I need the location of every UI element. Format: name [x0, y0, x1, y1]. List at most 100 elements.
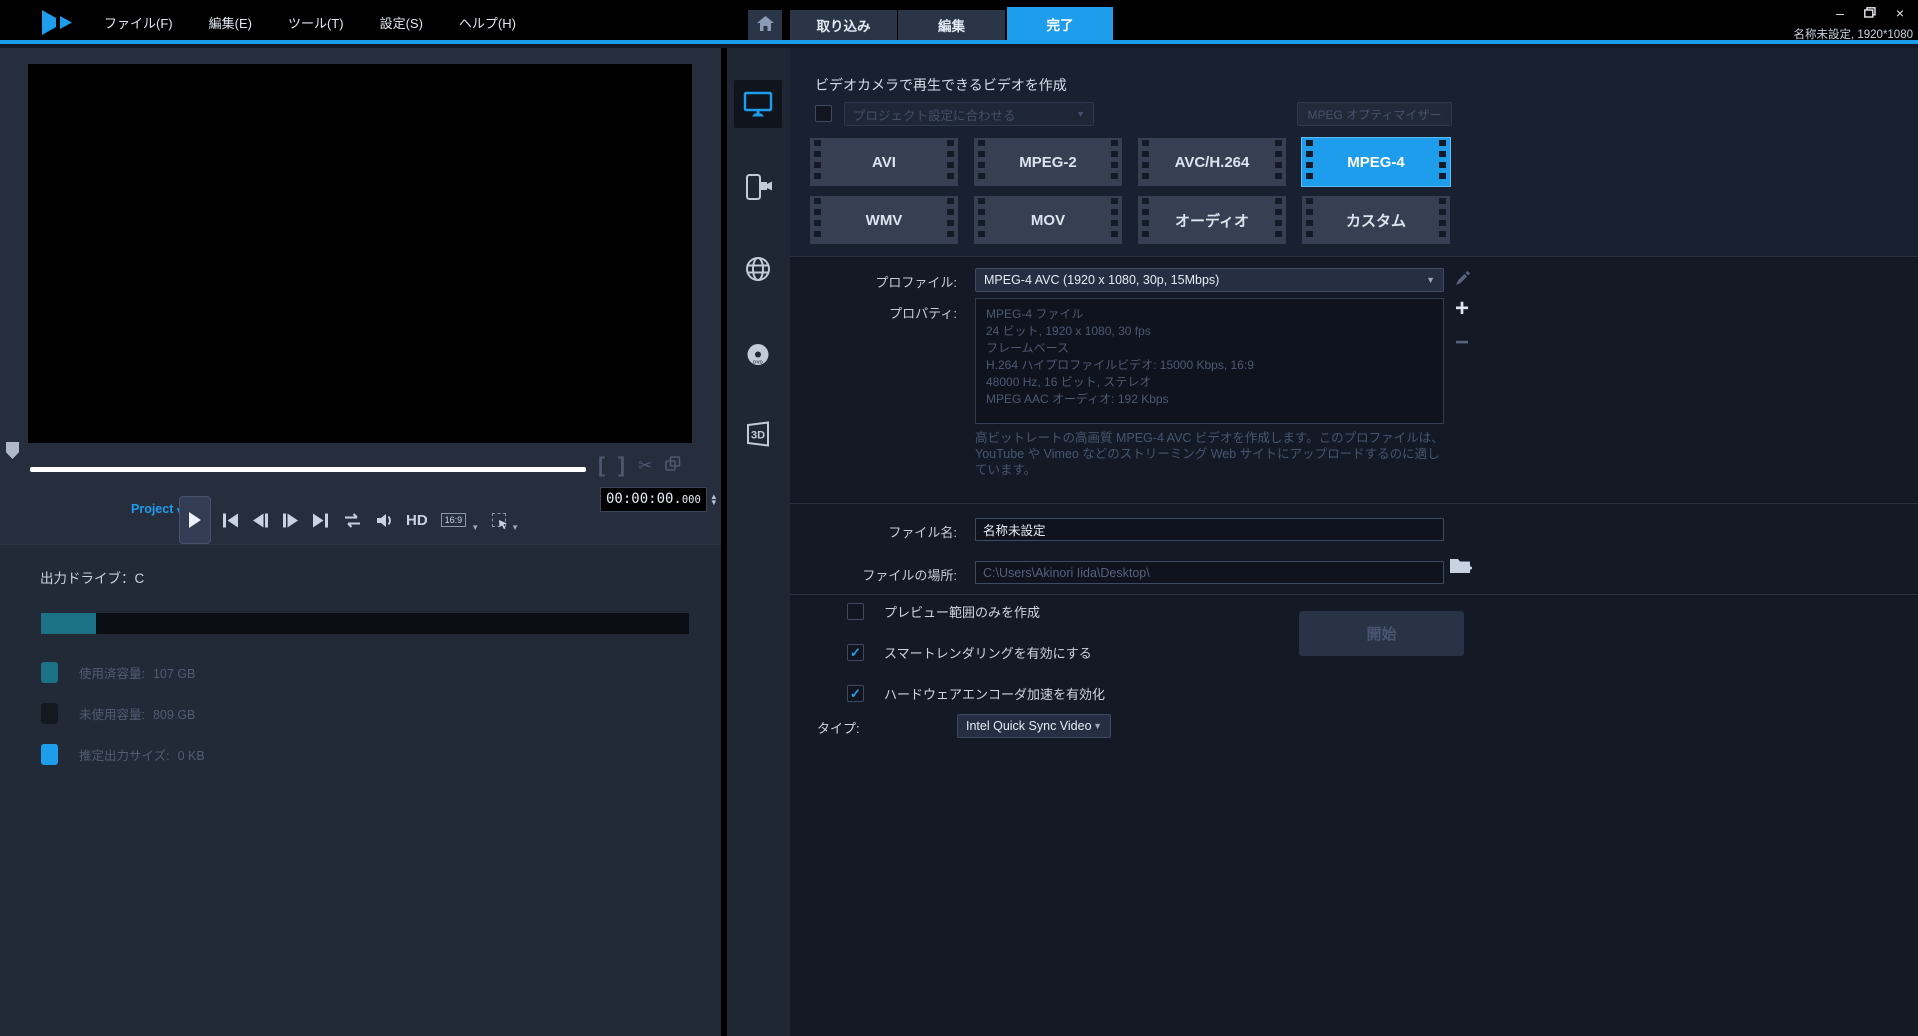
3d-icon: 3D [744, 421, 772, 447]
mpeg-optimizer-button[interactable]: MPEG オプティマイザー [1297, 102, 1452, 126]
hw-encoder-checkbox[interactable] [847, 685, 864, 702]
volume-icon[interactable] [376, 513, 393, 528]
filename-input[interactable]: 名称未設定 [975, 518, 1444, 541]
close-button[interactable]: × [1892, 5, 1908, 21]
smart-render-checkbox[interactable] [847, 644, 864, 661]
format-custom[interactable]: カスタム [1302, 196, 1450, 244]
aspect-ratio-button[interactable]: 16:9 [441, 513, 467, 527]
scrubber-track[interactable] [30, 467, 586, 472]
home-icon [757, 16, 774, 34]
computer-icon [743, 91, 773, 117]
share-target-sidebar: DVD 3D [727, 48, 790, 1036]
video-preview[interactable] [28, 64, 692, 443]
property-line: フレームベース [986, 340, 1433, 357]
timecode-main: 00:00:00. [606, 488, 682, 511]
property-line: 48000 Hz, 16 ビット, ステレオ [986, 374, 1433, 391]
edit-profile-icon[interactable] [1451, 270, 1473, 292]
start-button[interactable]: 開始 [1299, 611, 1464, 656]
timecode-down-icon[interactable]: ▼ [710, 500, 718, 506]
property-line: MPEG AAC オーディオ: 192 Kbps [986, 391, 1433, 408]
format-audio[interactable]: オーディオ [1138, 196, 1286, 244]
file-location-label: ファイルの場所: [790, 565, 957, 584]
repeat-icon[interactable] [342, 513, 363, 528]
profile-select[interactable]: MPEG-4 AVC (1920 x 1080, 30p, 15Mbps) ▼ [975, 268, 1444, 292]
option-preview-range: プレビュー範囲のみを作成 [847, 602, 1040, 621]
menu-edit[interactable]: 編集(E) [209, 13, 252, 32]
menu-settings[interactable]: 設定(S) [380, 13, 423, 32]
tab-share-active[interactable]: 完了 [1007, 7, 1113, 40]
mark-out-icon[interactable]: ] [618, 454, 625, 478]
match-project-select[interactable]: プロジェクト設定に合わせる ▼ [844, 102, 1094, 126]
timecode-display[interactable]: 00:00:00.000 [600, 487, 707, 512]
format-avi[interactable]: AVI [810, 138, 958, 186]
format-section: ビデオカメラで再生できるビデオを作成 プロジェクト設定に合わせる ▼ MPEG … [790, 48, 1918, 257]
play-button[interactable] [179, 496, 211, 544]
drive-usage-fill [41, 613, 96, 634]
format-mpeg4-selected[interactable]: MPEG-4 [1302, 138, 1450, 186]
legend-estimated: 推定出力サイズ:0 KB [41, 744, 205, 765]
format-wmv[interactable]: WMV [810, 196, 958, 244]
format-mov[interactable]: MOV [974, 196, 1122, 244]
go-to-start-icon[interactable] [222, 513, 239, 528]
preview-range-label: プレビュー範囲のみを作成 [884, 602, 1040, 621]
go-to-end-icon[interactable] [312, 513, 329, 528]
browse-folder-icon[interactable] [1449, 556, 1473, 581]
encoder-type-arrow-icon: ▼ [1093, 721, 1102, 731]
preview-panel: [ ] ✂ 00:00:00.000 ▲ ▼ Project ▾ [0, 48, 721, 1036]
split-clip-icon[interactable]: ✂ [638, 456, 652, 476]
properties-label: プロパティ: [790, 303, 957, 322]
menu-tools[interactable]: ツール(T) [288, 13, 344, 32]
transport-controls: HD 16:9 ▼ ▼ [222, 506, 519, 534]
sidebar-computer[interactable] [734, 80, 782, 128]
profile-arrow-icon: ▼ [1426, 275, 1435, 285]
file-location-input[interactable]: C:\Users\Akinori Iida\Desktop\ [975, 561, 1444, 584]
aspect-ratio-arrow-icon[interactable]: ▼ [471, 523, 479, 532]
next-frame-icon[interactable] [282, 513, 299, 528]
trim-tools: [ ] ✂ [598, 454, 681, 478]
restore-button[interactable] [1862, 5, 1878, 21]
match-project-checkbox[interactable] [815, 105, 832, 122]
section-heading: ビデオカメラで再生できるビデオを作成 [815, 75, 1067, 95]
output-drive-section: 出力ドライブ：C 使用済容量:107 GB 未使用容量:809 GB 推定出力 [0, 544, 721, 1036]
used-space-swatch [41, 662, 58, 683]
svg-text:DVD: DVD [753, 360, 763, 365]
sidebar-3d[interactable]: 3D [734, 410, 782, 458]
estimated-size-swatch [41, 744, 58, 765]
smart-render-label: スマートレンダリングを有効にする [884, 643, 1092, 662]
scrubber-handle-icon[interactable] [6, 442, 19, 459]
separator [790, 594, 1918, 595]
mobile-device-icon [743, 174, 773, 200]
sidebar-disc[interactable]: DVD [734, 332, 782, 380]
project-info: 名称未設定, 1920*1080 [1793, 26, 1913, 42]
sidebar-device[interactable] [734, 163, 782, 211]
format-grid: AVI MPEG-2 AVC/H.264 MPEG-4 WMV MOV オーディ… [810, 138, 1450, 244]
selection-tool-arrow-icon[interactable]: ▼ [511, 523, 519, 532]
tab-capture[interactable]: 取り込み [790, 10, 897, 40]
previous-frame-icon[interactable] [252, 513, 269, 528]
profile-description: 高ビットレートの高画質 MPEG-4 AVC ビデオを作成します。このプロファイ… [975, 430, 1447, 478]
encoder-type-label: タイプ: [817, 718, 860, 737]
encoder-type-value: Intel Quick Sync Video [966, 719, 1092, 733]
videostudio-share-screen: ファイル(F) 編集(E) ツール(T) 設定(S) ヘルプ(H) 取り込み 編… [0, 0, 1918, 1036]
window-controls: – × [1832, 5, 1908, 21]
preview-range-checkbox[interactable] [847, 603, 864, 620]
remove-profile-icon[interactable]: − [1451, 332, 1473, 354]
menu-help[interactable]: ヘルプ(H) [459, 13, 516, 32]
tab-edit[interactable]: 編集 [898, 10, 1005, 40]
format-mpeg2[interactable]: MPEG-2 [974, 138, 1122, 186]
enlarge-preview-icon[interactable] [665, 456, 681, 477]
tab-home[interactable] [748, 10, 782, 40]
minimize-button[interactable]: – [1832, 5, 1848, 21]
mark-in-icon[interactable]: [ [598, 454, 605, 478]
menu-file[interactable]: ファイル(F) [104, 13, 173, 32]
free-space-swatch [41, 703, 58, 724]
property-line: 24 ビット, 1920 x 1080, 30 fps [986, 323, 1433, 340]
add-profile-icon[interactable]: + [1451, 298, 1473, 320]
sidebar-web[interactable] [734, 245, 782, 293]
selection-tool-icon[interactable] [492, 513, 506, 527]
format-avc-h264[interactable]: AVC/H.264 [1138, 138, 1286, 186]
hd-toggle[interactable]: HD [406, 512, 428, 529]
timecode-ms: 000 [682, 494, 701, 506]
project-mode-selector[interactable]: Project ▾ [131, 502, 181, 516]
encoder-type-select[interactable]: Intel Quick Sync Video ▼ [957, 714, 1111, 738]
